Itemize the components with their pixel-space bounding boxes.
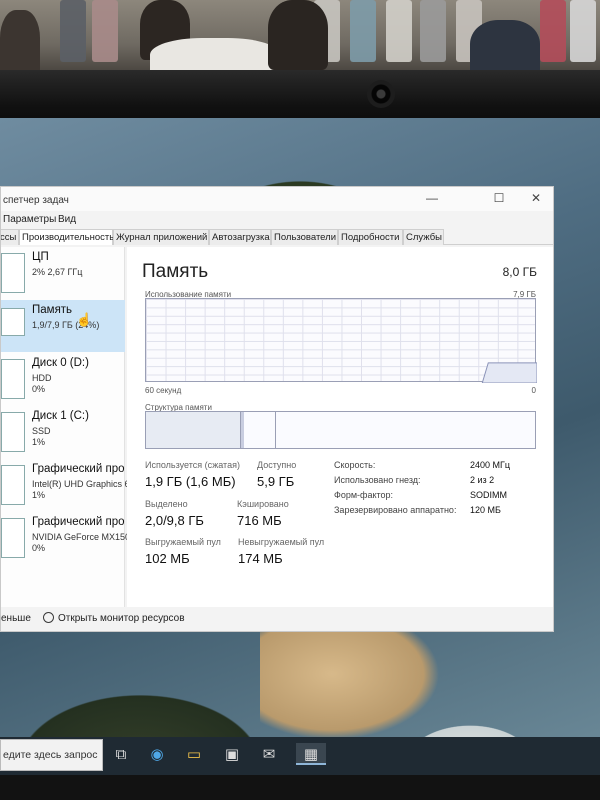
- maximize-button[interactable]: ☐: [482, 189, 516, 209]
- tab-bar: ссы Производительность Журнал приложений…: [1, 229, 553, 245]
- slots-value: 2 из 2: [470, 475, 495, 485]
- window-title: спетчер задач: [3, 195, 69, 206]
- sidebar-item-gpu1[interactable]: Графический про NVIDIA GeForce MX150 0%: [1, 512, 130, 564]
- sidebar-item-label: Графический про: [32, 463, 125, 475]
- disk1-thumbnail-graph: [1, 412, 25, 452]
- laptop-lower-bezel: [0, 775, 600, 800]
- tab-app-history[interactable]: Журнал приложений: [113, 229, 209, 245]
- form-factor-label: Форм-фактор:: [334, 490, 394, 500]
- taskbar-search-input[interactable]: едите здесь запрос: [0, 739, 103, 771]
- disk0-thumbnail-graph: [1, 359, 25, 399]
- gpu0-thumbnail-graph: [1, 465, 25, 505]
- in-use-value: 1,9 ГБ (1,6 МБ): [145, 474, 236, 489]
- phone-case: [420, 0, 446, 62]
- sidebar-item-label: Диск 1 (C:): [32, 410, 89, 422]
- sidebar-item-detail: Intel(R) UHD Graphics 6: [32, 479, 130, 489]
- sidebar-item-label: Диск 0 (D:): [32, 357, 89, 369]
- tab-performance[interactable]: Производительность: [19, 229, 114, 245]
- title-bar[interactable]: спетчер задач — ☐ ✕: [1, 187, 553, 211]
- cached-value: 716 МБ: [237, 513, 282, 528]
- menu-options[interactable]: Параметры: [3, 214, 56, 225]
- memory-composition-bar: [145, 411, 536, 449]
- tab-details[interactable]: Подробности: [338, 229, 403, 245]
- task-view-icon[interactable]: ⧉: [110, 743, 132, 765]
- menu-view[interactable]: Вид: [58, 214, 76, 225]
- close-button[interactable]: ✕: [519, 189, 553, 209]
- phone-case: [350, 0, 376, 62]
- tab-users[interactable]: Пользователи: [271, 229, 338, 245]
- nonpaged-pool-value: 174 МБ: [238, 551, 283, 566]
- nonpaged-pool-label: Невыгружаемый пул: [238, 537, 325, 547]
- phone-case: [570, 0, 596, 62]
- form-factor-value: SODIMM: [470, 490, 507, 500]
- sidebar-item-memory[interactable]: Память 1,9/7,9 ГБ (24%) ☝: [1, 300, 125, 352]
- resource-monitor-icon: [43, 612, 54, 623]
- memory-usage-area: [481, 362, 537, 383]
- sidebar-item-detail: SSD: [32, 426, 51, 436]
- time-axis-start: 60 секунд: [145, 386, 182, 395]
- phone-case: [386, 0, 412, 62]
- sidebar-item-percent: 1%: [32, 437, 46, 447]
- memory-usage-graph: [145, 298, 537, 383]
- hand-cursor-icon: ☝: [76, 312, 93, 327]
- webcam: [367, 80, 395, 108]
- committed-value: 2,0/9,8 ГБ: [145, 513, 204, 528]
- sidebar-item-percent: 1%: [32, 490, 46, 500]
- sidebar-item-label: Графический про: [32, 516, 125, 528]
- task-manager-icon[interactable]: ▦: [296, 743, 326, 765]
- open-resource-monitor-link[interactable]: Открыть монитор ресурсов: [58, 613, 185, 624]
- paged-pool-label: Выгружаемый пул: [145, 537, 221, 547]
- taskbar: едите здесь запрос ⧉ ◉ ▭ ▣ ✉ ▦: [0, 737, 600, 775]
- cached-label: Кэшировано: [237, 499, 289, 509]
- sidebar-item-disk0[interactable]: Диск 0 (D:) HDD 0%: [1, 353, 125, 405]
- speed-value: 2400 МГц: [470, 460, 511, 470]
- phone-case: [540, 0, 566, 62]
- wallpaper-beach: [260, 630, 440, 740]
- gpu1-thumbnail-graph: [1, 518, 25, 558]
- tab-services[interactable]: Службы: [403, 229, 444, 245]
- sidebar-item-label: Память: [32, 304, 73, 316]
- reserved-label: Зарезервировано аппаратно:: [334, 505, 457, 515]
- paged-pool-value: 102 МБ: [145, 551, 190, 566]
- store-icon[interactable]: ▣: [221, 743, 243, 765]
- available-label: Доступно: [257, 460, 297, 470]
- time-axis-end: 0: [531, 386, 536, 395]
- sidebar-item-detail: NVIDIA GeForce MX150: [32, 532, 131, 542]
- sidebar-item-detail: 2% 2,67 ГГц: [32, 267, 83, 277]
- sidebar-item-disk1[interactable]: Диск 1 (C:) SSD 1%: [1, 406, 125, 458]
- resource-list: ЦП 2% 2,67 ГГц Память 1,9/7,9 ГБ (24%) ☝…: [1, 247, 130, 607]
- phone-case: [60, 0, 86, 62]
- composition-in-use: [146, 412, 241, 448]
- file-explorer-icon[interactable]: ▭: [183, 743, 205, 765]
- speed-label: Скорость:: [334, 460, 376, 470]
- person: [268, 0, 328, 70]
- slots-label: Использовано гнезд:: [334, 475, 421, 485]
- mail-icon[interactable]: ✉: [258, 743, 280, 765]
- tab-startup[interactable]: Автозагрузка: [209, 229, 271, 245]
- page-title: Память: [142, 261, 209, 282]
- in-use-label: Используется (сжатая): [145, 460, 240, 470]
- edge-icon[interactable]: ◉: [146, 743, 168, 765]
- sidebar-item-percent: 0%: [32, 543, 46, 553]
- minimize-button[interactable]: —: [415, 189, 449, 209]
- task-manager-window: спетчер задач — ☐ ✕ Параметры Вид ссы Пр…: [0, 186, 554, 632]
- phone-case: [92, 0, 118, 62]
- available-value: 5,9 ГБ: [257, 474, 295, 489]
- sidebar-item-cpu[interactable]: ЦП 2% 2,67 ГГц: [1, 247, 125, 299]
- memory-thumbnail-graph: [1, 308, 25, 336]
- background-photo-shop: [0, 0, 600, 80]
- tab-processes[interactable]: ссы: [1, 229, 19, 245]
- committed-label: Выделено: [145, 499, 188, 509]
- sidebar-item-label: ЦП: [32, 251, 49, 263]
- footer-bar: еньше Открыть монитор ресурсов: [1, 607, 553, 631]
- sidebar-item-gpu0[interactable]: Графический про Intel(R) UHD Graphics 6 …: [1, 459, 130, 511]
- fewer-details-link[interactable]: еньше: [1, 613, 31, 624]
- reserved-value: 120 МБ: [470, 505, 501, 515]
- memory-panel: Память 8,0 ГБ Использование памяти 7,9 Г…: [127, 247, 553, 607]
- sidebar-item-detail: HDD: [32, 373, 52, 383]
- memory-total: 8,0 ГБ: [502, 265, 537, 279]
- sidebar-item-percent: 0%: [32, 384, 46, 394]
- cpu-thumbnail-graph: [1, 253, 25, 293]
- composition-standby: [244, 412, 276, 448]
